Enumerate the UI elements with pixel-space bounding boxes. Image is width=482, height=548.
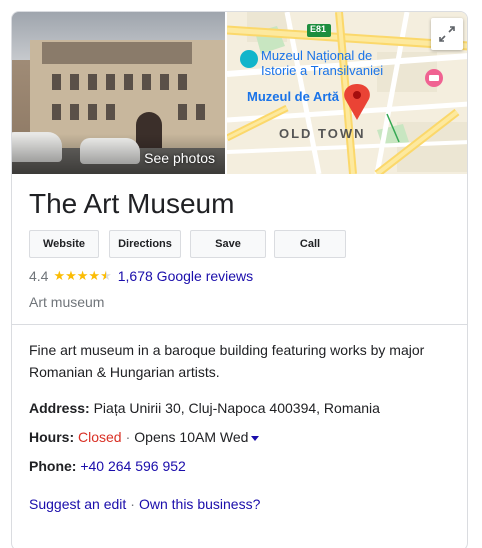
hours-status: Closed — [78, 429, 122, 445]
hours-label: Hours: — [29, 429, 75, 445]
hours-next-open[interactable]: Opens 10AM Wed — [134, 429, 248, 445]
knowledge-panel: See photos E81 Muzeul Național de Istori… — [11, 11, 468, 548]
rating-row: 4.4 ★★★★★ 1,678 Google reviews — [29, 268, 253, 284]
phone-link[interactable]: +40 264 596 952 — [80, 458, 186, 474]
description: Fine art museum in a baroque building fe… — [29, 342, 425, 380]
save-button[interactable]: Save — [190, 230, 266, 258]
footer-links: Suggest an edit · Own this business? — [29, 496, 261, 512]
map-tile[interactable]: E81 Muzeul Național de Istorie a Transil… — [227, 12, 467, 174]
hours-row: Hours: Closed · Opens 10AM Wed — [29, 429, 260, 445]
address-row: Address: Piața Unirii 30, Cluj-Napoca 40… — [29, 400, 380, 416]
district-label: OLD TOWN — [279, 126, 366, 141]
suggest-edit-link[interactable]: Suggest an edit — [29, 496, 126, 512]
divider — [12, 324, 467, 325]
address-value: Piața Unirii 30, Cluj-Napoca 400394, Rom… — [93, 400, 380, 416]
star-rating-icon: ★★★★★ — [53, 268, 112, 283]
business-name: The Art Museum — [29, 188, 235, 219]
phone-row: Phone: +40 264 596 952 — [29, 458, 186, 474]
rating-value: 4.4 — [29, 268, 49, 284]
website-button[interactable]: Website — [29, 230, 99, 258]
directions-button[interactable]: Directions — [109, 230, 181, 258]
reviews-link[interactable]: 1,678 Google reviews — [118, 268, 253, 284]
see-photos-label[interactable]: See photos — [144, 150, 215, 166]
business-category: Art museum — [29, 294, 105, 310]
hero-media: See photos E81 Muzeul Național de Istori… — [12, 12, 467, 174]
museum-label-line1: Muzeul Național de — [261, 48, 373, 63]
call-button[interactable]: Call — [274, 230, 346, 258]
expand-map-button[interactable] — [431, 18, 463, 50]
own-business-link[interactable]: Own this business? — [139, 496, 260, 512]
photos-tile[interactable]: See photos — [12, 12, 225, 174]
museum-label-line2: Istorie a Transilvaniei — [261, 63, 384, 78]
pin-label: Muzeul de Artă — [247, 89, 339, 104]
address-label: Address: — [29, 400, 90, 416]
expand-icon — [439, 26, 455, 42]
chevron-down-icon[interactable] — [251, 435, 260, 441]
route-badge: E81 — [310, 24, 327, 34]
phone-label: Phone: — [29, 458, 77, 474]
